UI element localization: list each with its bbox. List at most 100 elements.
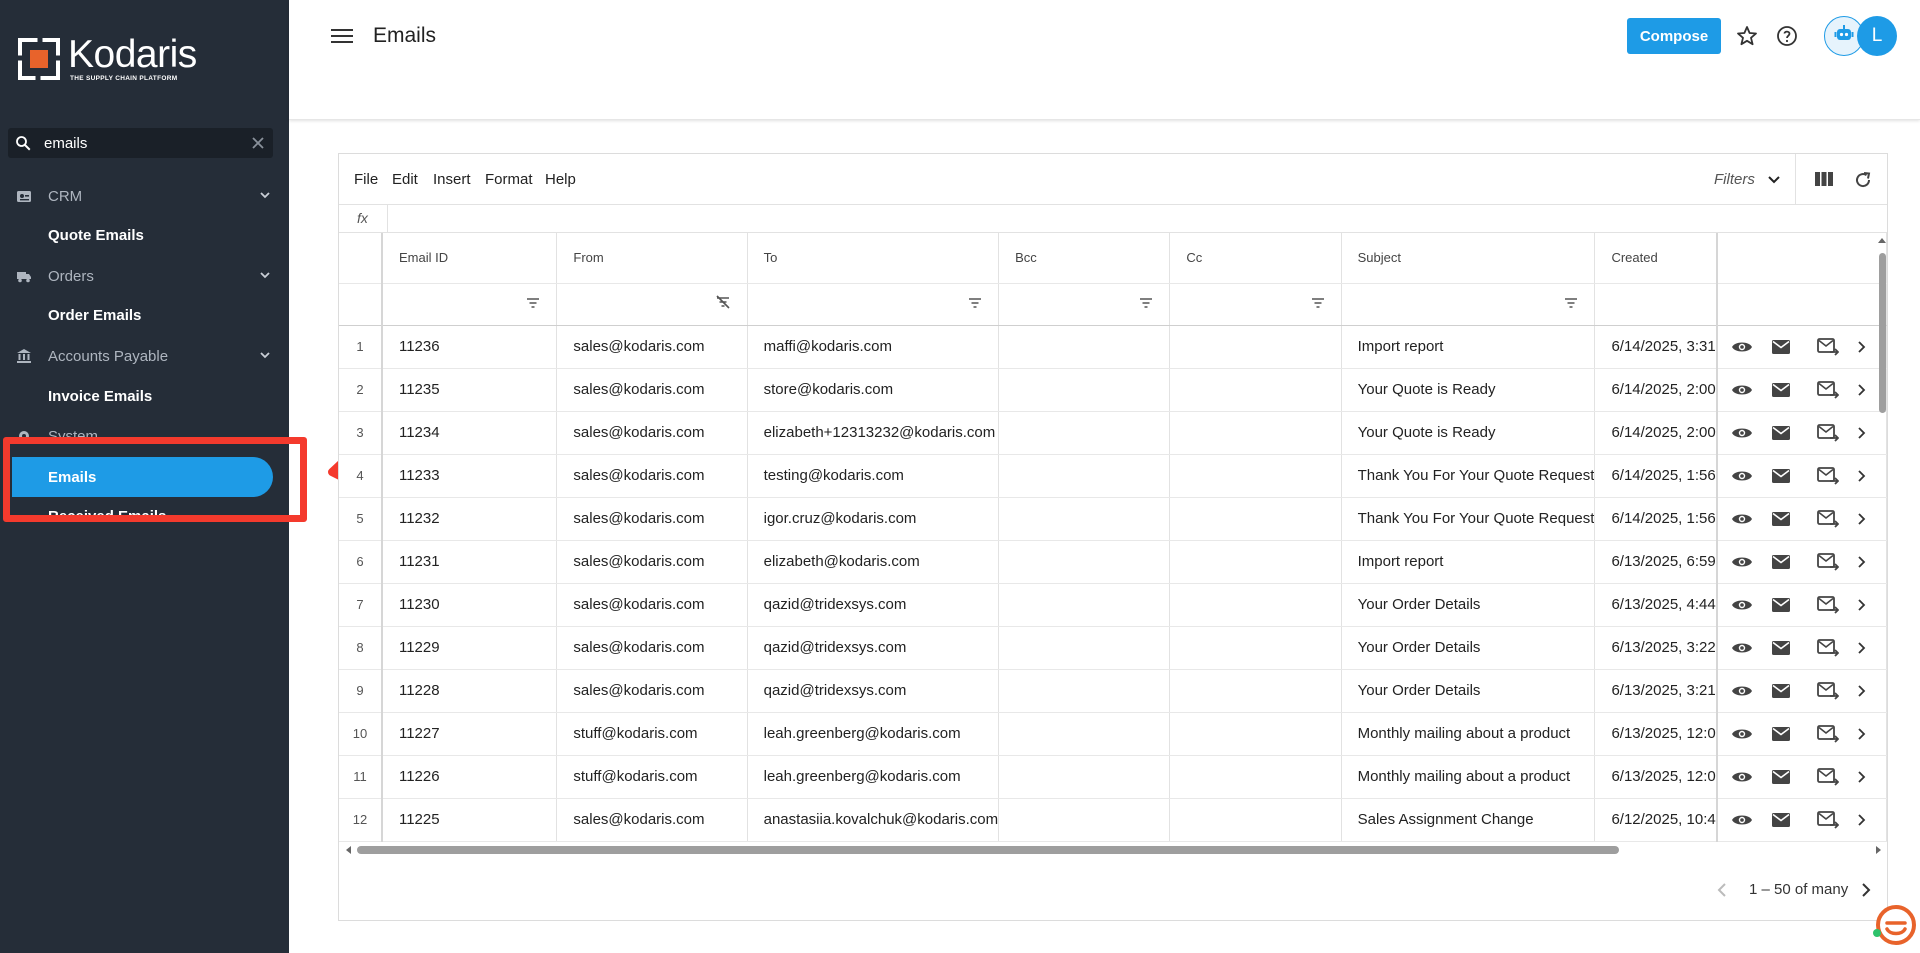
mail-icon[interactable]	[1770, 726, 1792, 742]
cell-cc[interactable]	[1169, 712, 1342, 756]
chevron-right-icon[interactable]	[1854, 770, 1868, 784]
menu-edit[interactable]: Edit	[392, 171, 418, 188]
chevron-right-icon[interactable]	[1854, 813, 1868, 827]
row-number[interactable]: 1	[339, 325, 383, 369]
cell-from[interactable]: sales@kodaris.com	[556, 454, 748, 498]
columns-icon[interactable]	[1814, 170, 1834, 193]
mail-icon[interactable]	[1770, 468, 1792, 484]
forward-mail-icon[interactable]	[1816, 509, 1840, 528]
view-icon[interactable]	[1730, 597, 1754, 613]
cell-subject[interactable]: Your Quote is Ready	[1341, 368, 1596, 412]
user-avatar[interactable]: L	[1857, 16, 1897, 56]
search-input[interactable]	[38, 134, 243, 152]
filter-off-icon[interactable]	[715, 295, 731, 313]
sidebar-item-quote-emails[interactable]: Quote Emails	[48, 227, 144, 244]
chevron-right-icon[interactable]	[1854, 340, 1868, 354]
cell-email-id[interactable]: 11235	[381, 368, 558, 412]
cell-subject[interactable]: Thank You For Your Quote Request	[1341, 497, 1596, 541]
row-number[interactable]: 4	[339, 454, 383, 498]
view-icon[interactable]	[1730, 425, 1754, 441]
sidebar-item-received-emails[interactable]: Received Emails	[48, 508, 166, 520]
cell-cc[interactable]	[1169, 368, 1342, 412]
cell-email-id[interactable]: 11236	[381, 325, 558, 369]
table-row[interactable]: 5 11232 sales@kodaris.com igor.cruz@kodaris…	[339, 497, 1887, 541]
forward-mail-icon[interactable]	[1816, 638, 1840, 657]
clear-icon[interactable]	[243, 128, 273, 158]
cell-bcc[interactable]	[998, 368, 1171, 412]
vertical-scroll-thumb[interactable]	[1879, 253, 1886, 413]
cell-subject[interactable]: Your Order Details	[1341, 583, 1596, 627]
cell-bcc[interactable]	[998, 626, 1171, 670]
cell-to[interactable]: maffi@kodaris.com	[747, 325, 1000, 369]
row-number[interactable]: 8	[339, 626, 383, 670]
cell-subject[interactable]: Your Order Details	[1341, 669, 1596, 713]
mail-icon[interactable]	[1770, 425, 1792, 441]
cell-bcc[interactable]	[998, 712, 1171, 756]
menu-format[interactable]: Format	[485, 171, 533, 188]
cell-cc[interactable]	[1169, 540, 1342, 584]
cell-created[interactable]: 6/13/2025, 4:44	[1594, 583, 1718, 627]
cell-cc[interactable]	[1169, 454, 1342, 498]
cell-from[interactable]: sales@kodaris.com	[556, 583, 748, 627]
cell-email-id[interactable]: 11233	[381, 454, 558, 498]
table-row[interactable]: 12 11225 sales@kodaris.com anastasiia.koval…	[339, 798, 1887, 842]
sidebar-item-emails[interactable]: Emails	[12, 457, 273, 497]
cell-created[interactable]: 6/13/2025, 3:21	[1594, 669, 1718, 713]
cell-created[interactable]: 6/12/2025, 10:4	[1594, 798, 1718, 842]
row-number[interactable]: 9	[339, 669, 383, 713]
table-row[interactable]: 9 11228 sales@kodaris.com qazid@tridexsys.c…	[339, 669, 1887, 713]
cell-created[interactable]: 6/14/2025, 1:56	[1594, 454, 1718, 498]
row-number[interactable]: 12	[339, 798, 383, 842]
cell-from[interactable]: sales@kodaris.com	[556, 540, 748, 584]
mail-icon[interactable]	[1770, 769, 1792, 785]
cell-subject[interactable]: Monthly mailing about a product	[1341, 712, 1596, 756]
cell-subject[interactable]: Your Quote is Ready	[1341, 411, 1596, 455]
menu-insert[interactable]: Insert	[433, 171, 471, 188]
cell-to[interactable]: leah.greenberg@kodaris.com	[747, 712, 1000, 756]
column-header-created[interactable]: Created	[1594, 233, 1718, 284]
column-header-email-id[interactable]: Email ID	[381, 233, 558, 284]
pager-prev-icon[interactable]	[1715, 882, 1729, 903]
column-header-to[interactable]: To	[747, 233, 1000, 284]
cell-from[interactable]: sales@kodaris.com	[556, 325, 748, 369]
help-icon[interactable]	[1775, 24, 1799, 48]
menu-file[interactable]: File	[354, 171, 378, 188]
forward-mail-icon[interactable]	[1816, 466, 1840, 485]
filter-icon[interactable]	[1139, 296, 1153, 313]
cell-cc[interactable]	[1169, 325, 1342, 369]
cell-email-id[interactable]: 11232	[381, 497, 558, 541]
cell-from[interactable]: sales@kodaris.com	[556, 669, 748, 713]
cell-cc[interactable]	[1169, 798, 1342, 842]
star-icon[interactable]	[1735, 24, 1759, 48]
cell-created[interactable]: 6/13/2025, 3:22	[1594, 626, 1718, 670]
chevron-right-icon[interactable]	[1854, 598, 1868, 612]
mail-icon[interactable]	[1770, 382, 1792, 398]
cell-bcc[interactable]	[998, 798, 1171, 842]
cell-to[interactable]: elizabeth@kodaris.com	[747, 540, 1000, 584]
row-number[interactable]: 3	[339, 411, 383, 455]
row-number[interactable]: 6	[339, 540, 383, 584]
view-icon[interactable]	[1730, 769, 1754, 785]
view-icon[interactable]	[1730, 382, 1754, 398]
mail-icon[interactable]	[1770, 812, 1792, 828]
vertical-scrollbar[interactable]	[1876, 233, 1888, 839]
chevron-right-icon[interactable]	[1854, 383, 1868, 397]
cell-to[interactable]: elizabeth+12313232@kodaris.com	[747, 411, 1000, 455]
forward-mail-icon[interactable]	[1816, 810, 1840, 829]
cell-to[interactable]: testing@kodaris.com	[747, 454, 1000, 498]
cell-cc[interactable]	[1169, 497, 1342, 541]
cell-from[interactable]: stuff@kodaris.com	[556, 755, 748, 799]
chat-support-widget[interactable]	[1872, 903, 1916, 947]
forward-mail-icon[interactable]	[1816, 767, 1840, 786]
column-header-bcc[interactable]: Bcc	[998, 233, 1171, 284]
cell-to[interactable]: qazid@tridexsys.com	[747, 669, 1000, 713]
cell-subject[interactable]: Thank You For Your Quote Request	[1341, 454, 1596, 498]
cell-email-id[interactable]: 11229	[381, 626, 558, 670]
view-icon[interactable]	[1730, 683, 1754, 699]
table-row[interactable]: 3 11234 sales@kodaris.com elizabeth+1231323…	[339, 411, 1887, 455]
chevron-right-icon[interactable]	[1854, 727, 1868, 741]
cell-created[interactable]: 6/14/2025, 1:56	[1594, 497, 1718, 541]
filter-email-id[interactable]	[381, 283, 558, 326]
sidebar-item-invoice-emails[interactable]: Invoice Emails	[48, 388, 152, 405]
brand-logo[interactable]: Kodaris THE SUPPLY CHAIN PLATFORM	[18, 35, 197, 82]
